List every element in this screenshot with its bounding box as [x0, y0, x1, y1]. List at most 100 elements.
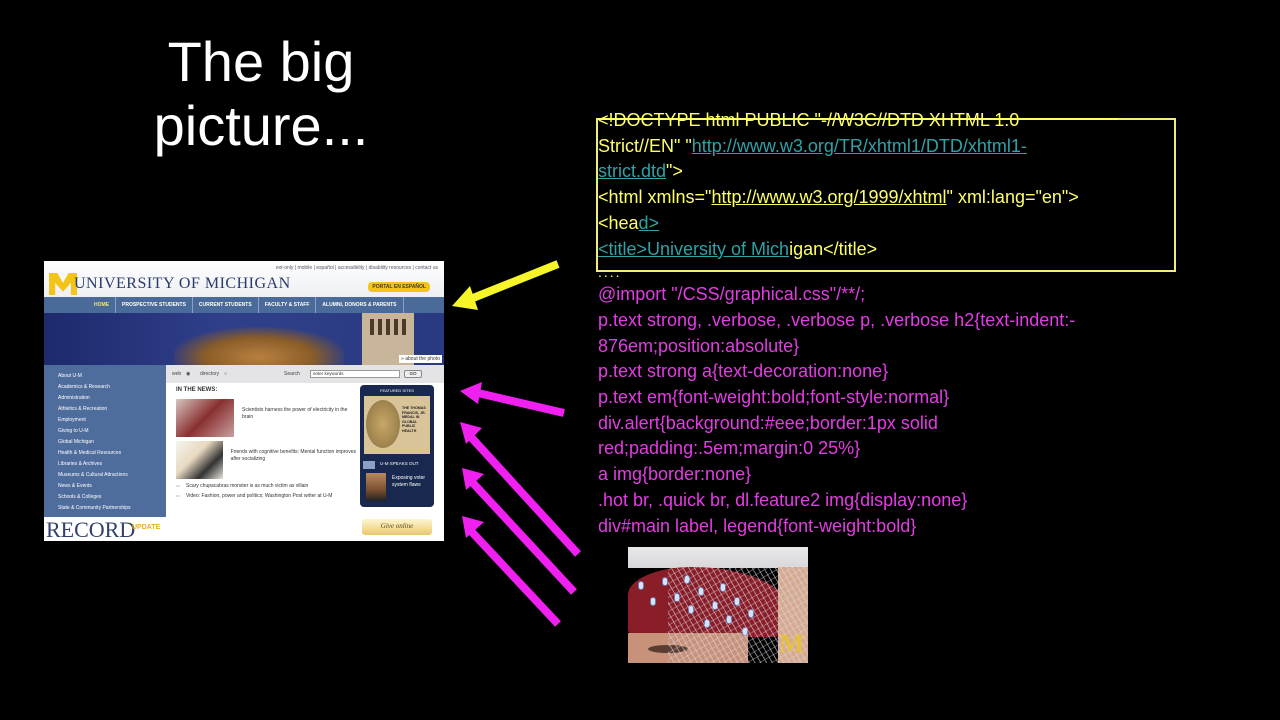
- website-search-bar: web ◉ directory ○ Search enter keywords …: [166, 365, 444, 383]
- sidebar-item[interactable]: Employment: [58, 415, 166, 426]
- nav-alumni-donors-parents[interactable]: ALUMNI, DONORS & PARENTS: [316, 297, 404, 313]
- espanol-button[interactable]: PORTAL EN ESPAÑOL: [368, 282, 430, 292]
- head-link[interactable]: d>: [639, 213, 660, 233]
- css-line: 876em;position:absolute}: [598, 335, 800, 356]
- university-logo-text[interactable]: UNIVERSITY OF MICHIGAN: [74, 275, 291, 293]
- sidebar-item[interactable]: News & Events: [58, 481, 166, 492]
- head-tag-line: <head>: [598, 211, 1198, 237]
- head-prefix: <hea: [598, 212, 639, 233]
- medal-icon: [366, 400, 400, 448]
- css-line: red;padding:.5em;margin:0 25%}: [598, 438, 861, 459]
- web-radio-icon[interactable]: ◉: [186, 371, 190, 377]
- magenta-arrow-icon: [460, 422, 581, 557]
- block-m-logo-icon: [49, 273, 77, 295]
- record-update-label: UPDATE: [132, 524, 161, 531]
- source-code-listing: <!DOCTYPE html PUBLIC "-//W3C//DTD XHTML…: [598, 108, 1198, 539]
- utility-links[interactable]: ext-only | mobile | español | accessibil…: [276, 265, 438, 271]
- sidebar-item[interactable]: State & Community Partnerships: [58, 503, 166, 514]
- sidebar-item[interactable]: Health & Medical Resources: [58, 448, 166, 459]
- electrode: [650, 597, 656, 606]
- dtd-link[interactable]: http://www.w3.org/TR/xhtml1/DTD/xhtml1-: [692, 136, 1027, 156]
- sidebar-item[interactable]: Giving to U-M: [58, 426, 166, 437]
- sidebar-item[interactable]: Schools & Colleges: [58, 492, 166, 503]
- doctype-line-1: <!DOCTYPE html PUBLIC "-//W3C//DTD XHTML…: [598, 110, 1020, 130]
- search-label: Search: [284, 371, 300, 377]
- directory-radio-icon[interactable]: ○: [224, 371, 227, 377]
- news-item-text[interactable]: Scientists harness the power of electric…: [234, 399, 356, 437]
- html-tag-line: <html xmlns="http://www.w3.org/1999/xhtm…: [598, 185, 1198, 211]
- magenta-arrow-icon: [462, 516, 561, 627]
- title-tag-line: <title>University of Michigan</title>: [598, 237, 1198, 263]
- css-line: p.text strong, .verbose, .verbose p, .ve…: [598, 309, 1076, 330]
- news-bullet[interactable]: Video: Fashion, power and politics; Wash…: [176, 493, 356, 499]
- html-tag-prefix: <html xmlns=": [598, 187, 712, 208]
- hero-photo: » about the photo: [44, 313, 444, 377]
- medal-text: THE THOMAS FRANCIS, JR. MEDAL IN GLOBAL …: [402, 406, 426, 433]
- speaker-portrait: [366, 473, 386, 501]
- sidebar-item[interactable]: Administration: [58, 393, 166, 404]
- css-line: div.alert{background:#eee;border:1px sol…: [598, 412, 938, 433]
- block-m-watermark: M: [779, 629, 804, 658]
- ellipsis: ....: [598, 264, 622, 281]
- record-logo: RECORD: [46, 517, 136, 541]
- news-bullet[interactable]: Scary chupacabras monster is as much vic…: [176, 483, 356, 489]
- eeg-thumbnail: [176, 399, 235, 437]
- doctype-line-3: strict.dtd">: [598, 159, 1198, 185]
- go-button[interactable]: GO: [404, 370, 422, 378]
- website-nav: HOME PROSPECTIVE STUDENTS CURRENT STUDEN…: [44, 297, 444, 313]
- directory-radio-label[interactable]: directory: [200, 371, 219, 377]
- yellow-arrow-icon: [452, 260, 560, 310]
- xmlns-link[interactable]: http://www.w3.org/1999/xhtml: [711, 187, 946, 207]
- title-link[interactable]: <title>University of Mich: [598, 239, 789, 259]
- featured-heading: FEATURED SITES: [380, 388, 414, 393]
- title-suffix: igan</title>: [789, 238, 878, 259]
- website-header: ext-only | mobile | español | accessibil…: [44, 261, 444, 299]
- css-line: @import "/CSS/graphical.css"/**/;: [598, 284, 866, 305]
- featured-sites-panel: FEATURED SITES THE THOMAS FRANCIS, JR. M…: [360, 385, 434, 507]
- html-tag-suffix: " xml:lang="en">: [946, 187, 1079, 208]
- electrode: [638, 581, 644, 590]
- news-section: IN THE NEWS: Scientists harness the powe…: [176, 387, 356, 499]
- css-line: p.text em{font-weight:bold;font-style:no…: [598, 387, 950, 408]
- slide-title-line-1: The big: [167, 30, 355, 93]
- give-online-button[interactable]: Give online: [362, 519, 432, 535]
- magenta-arrow-icon: [462, 468, 577, 595]
- nav-prospective-students[interactable]: PROSPECTIVE STUDENTS: [116, 297, 193, 313]
- nav-home[interactable]: HOME: [88, 297, 116, 313]
- speaks-out-link[interactable]: Exposing voter system flaws: [392, 475, 434, 488]
- nav-faculty-staff[interactable]: FACULTY & STAFF: [259, 297, 317, 313]
- record-update-banner[interactable]: RECORD UPDATE: [44, 517, 166, 541]
- web-radio-label[interactable]: web: [172, 371, 181, 377]
- strikethrough-line: [598, 118, 1118, 120]
- magenta-arrow-icon: [460, 382, 565, 417]
- search-input[interactable]: enter keywords: [310, 370, 400, 378]
- news-item[interactable]: Scientists harness the power of electric…: [176, 399, 356, 437]
- doctype-line-3-suffix: ">: [666, 161, 683, 182]
- sidebar-item[interactable]: Athletics & Recreation: [58, 404, 166, 415]
- video-camera-icon: [363, 461, 375, 469]
- university-website-screenshot: ext-only | mobile | español | accessibil…: [44, 261, 444, 541]
- dtd-link-continued[interactable]: strict.dtd: [598, 161, 666, 181]
- sidebar-item[interactable]: Museums & Cultural Attractions: [58, 470, 166, 481]
- sidebar-item[interactable]: About U-M: [58, 371, 166, 382]
- sidebar-item[interactable]: Global Michigan: [58, 437, 166, 448]
- css-line: a img{border:none}: [598, 464, 752, 485]
- slide-title: The big picture...: [130, 30, 392, 158]
- website-sidebar: About U-M Academics & Research Administr…: [44, 365, 166, 517]
- news-item-text[interactable]: Friends with cognitive benefits: Mental …: [223, 441, 356, 479]
- sidebar-item[interactable]: Libraries & Archives: [58, 459, 166, 470]
- sidebar-item[interactable]: Academics & Research: [58, 382, 166, 393]
- css-line: div#main label, legend{font-weight:bold}: [598, 515, 917, 536]
- news-heading: IN THE NEWS:: [176, 387, 218, 393]
- css-line: .hot br, .quick br, dl.feature2 img{disp…: [598, 489, 968, 510]
- doctype-line-2-prefix: Strict//EN" ": [598, 135, 692, 156]
- medal-feature[interactable]: THE THOMAS FRANCIS, JR. MEDAL IN GLOBAL …: [364, 396, 430, 454]
- news-item[interactable]: Friends with cognitive benefits: Mental …: [176, 441, 356, 479]
- css-line: p.text strong a{text-decoration:none}: [598, 361, 889, 382]
- nav-current-students[interactable]: CURRENT STUDENTS: [193, 297, 259, 313]
- doctype-line-2: Strict//EN" "http://www.w3.org/TR/xhtml1…: [598, 134, 1198, 160]
- slide-title-line-2: picture...: [153, 94, 369, 157]
- about-photo-link[interactable]: » about the photo: [399, 355, 442, 363]
- eeg-cap-photo: M: [628, 547, 808, 663]
- friends-thumbnail: [176, 441, 223, 479]
